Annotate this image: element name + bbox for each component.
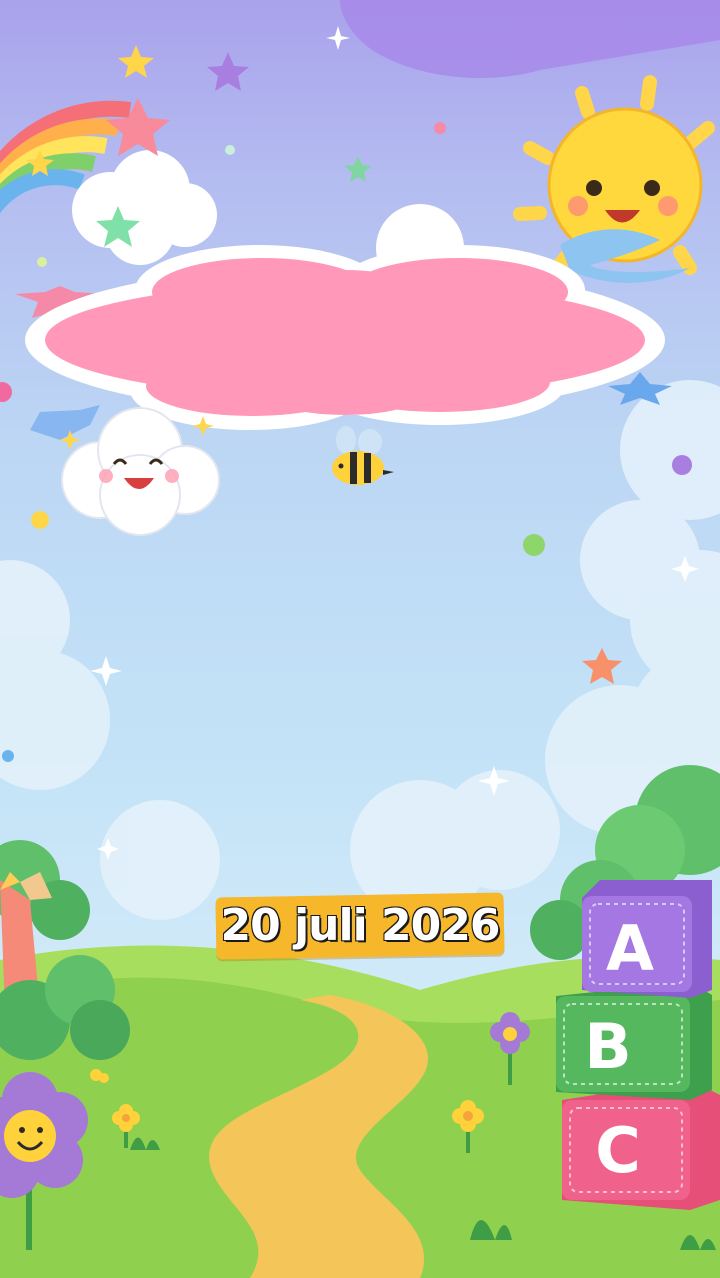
invitation-canvas: C B A 20 juli 2026 [0, 0, 720, 1278]
rainbow-cloud [72, 150, 217, 265]
bee-icon [332, 426, 394, 485]
block-a: A [582, 880, 712, 998]
background-illustration: C B A [0, 0, 720, 1278]
block-a-letter: A [606, 912, 654, 985]
block-c: C [562, 1080, 720, 1210]
event-date: 20 juli 2026 [220, 899, 502, 952]
purple-sky-blob [340, 0, 720, 79]
block-c-letter: C [595, 1114, 641, 1187]
block-b-letter: B [584, 1010, 631, 1083]
block-b: B [556, 982, 712, 1100]
